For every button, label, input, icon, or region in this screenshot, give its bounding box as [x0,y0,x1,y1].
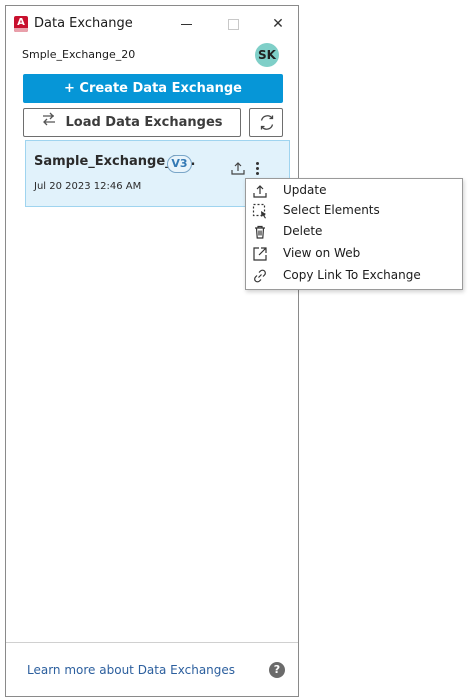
user-avatar[interactable]: SK [255,43,279,67]
menu-item-copy-link[interactable]: Copy Link To Exchange [246,265,462,287]
swap-arrows-icon [41,109,57,136]
more-options-button[interactable] [253,160,263,176]
load-button-label: Load Data Exchanges [65,115,223,130]
window-title: Data Exchange [34,16,133,31]
update-exchange-button[interactable] [230,160,246,180]
footer-divider [6,642,298,643]
refresh-icon [260,115,274,130]
exchange-card-date: Jul 20 2023 12:46 AM [34,181,142,192]
help-button[interactable]: ? [269,662,285,678]
minimize-icon [181,24,192,25]
menu-item-update[interactable]: Update [246,180,462,202]
menu-item-label: View on Web [283,246,361,260]
link-icon [254,269,266,283]
exchange-context-menu: Update Select Elements Delete View on We… [245,178,463,290]
upload-icon [231,162,245,175]
version-badge: V3 [167,155,192,173]
maximize-button[interactable] [222,14,244,34]
menu-item-label: Delete [283,224,323,238]
menu-item-label: Select Elements [283,203,380,217]
menu-item-label: Update [283,183,327,197]
trash-icon [255,225,265,239]
app-icon-letter: A [17,17,25,28]
close-icon: ✕ [272,16,284,32]
refresh-button[interactable] [249,108,283,137]
create-data-exchange-button[interactable]: + Create Data Exchange [23,74,283,103]
menu-item-delete[interactable]: Delete [246,221,462,243]
external-link-icon [253,247,267,261]
learn-more-link[interactable]: Learn more about Data Exchanges [27,663,235,677]
menu-item-label: Copy Link To Exchange [283,268,421,282]
autodesk-app-icon: A [14,16,28,32]
upload-icon [253,185,267,198]
maximize-icon [228,19,239,30]
minimize-button[interactable] [176,14,198,34]
close-button[interactable]: ✕ [267,14,289,34]
title-bar: A Data Exchange ✕ [6,6,298,40]
current-exchange-name: Smple_Exchange_20 [22,48,136,61]
menu-item-select-elements[interactable]: Select Elements [246,200,462,222]
load-data-exchanges-button[interactable]: Load Data Exchanges [23,108,241,137]
data-exchange-window: A Data Exchange ✕ Smple_Exchange_20 SK +… [5,5,299,697]
select-elements-icon [252,203,266,219]
menu-item-view-on-web[interactable]: View on Web [246,243,462,265]
